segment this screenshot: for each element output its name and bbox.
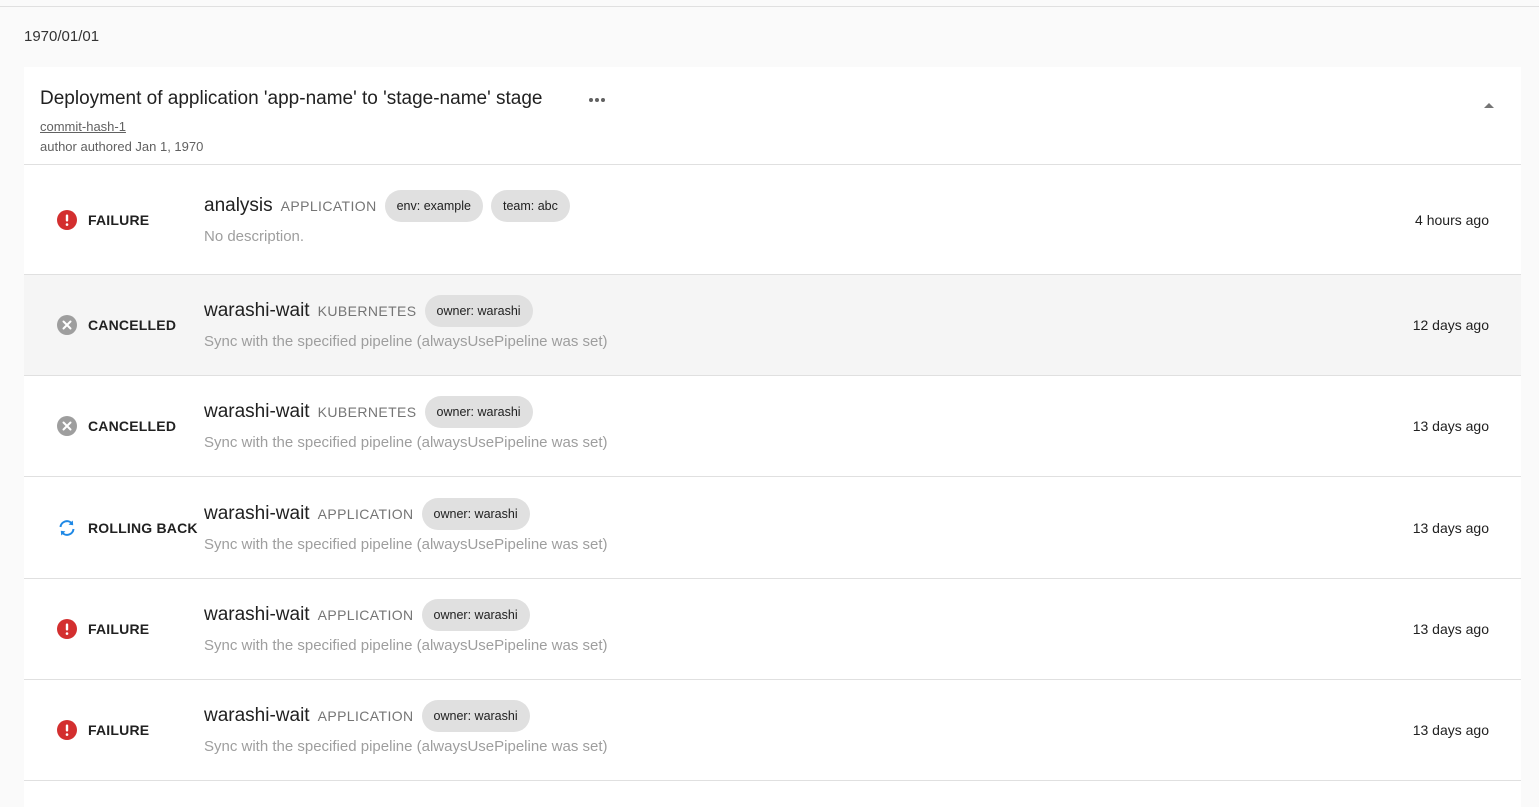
pipeline-title-line: warashi-wait APPLICATION owner: warashi	[204, 700, 530, 732]
pipeline-row[interactable]: CANCELLED warashi-wait KUBERNETES owner: wa…	[24, 376, 1521, 477]
pipeline-name: warashi-wait	[204, 401, 310, 422]
pipeline-kind: KUBERNETES	[317, 303, 417, 319]
relative-time: 13 days ago	[1412, 621, 1489, 637]
status-label: ROLLING BACK	[88, 520, 198, 536]
label-chip: env: example	[384, 190, 483, 222]
relative-time: 4 hours ago	[1415, 212, 1489, 228]
pipeline-description: Sync with the specified pipeline (always…	[204, 536, 608, 553]
label-chip: team: abc	[490, 190, 570, 222]
pipeline-row[interactable]: CANCELLED warashi-wait KUBERNETES owner: wa…	[24, 275, 1521, 376]
error-icon	[57, 210, 77, 230]
label-chip: owner: warashi	[424, 295, 533, 327]
pipeline-kind: APPLICATION	[317, 708, 414, 724]
pipeline-name: warashi-wait	[204, 705, 310, 726]
pipeline-row[interactable]: FAILURE warashi-wait APPLICATION owner: war…	[24, 680, 1521, 781]
error-icon	[57, 619, 77, 639]
pipeline-title-line: warashi-wait APPLICATION owner: warashi	[204, 498, 530, 530]
pipeline-title-line: warashi-wait KUBERNETES owner: warashi	[204, 295, 533, 327]
pipeline-kind: APPLICATION	[280, 198, 377, 214]
pipeline-title-line: warashi-wait APPLICATION owner: warashi	[204, 599, 530, 631]
pipeline-description: No description.	[204, 228, 305, 245]
status-label: FAILURE	[88, 621, 150, 637]
date-header: 1970/01/01	[24, 28, 100, 45]
collapse-icon[interactable]	[1483, 102, 1495, 110]
relative-time: 13 days ago	[1412, 418, 1489, 434]
relative-time: 12 days ago	[1412, 317, 1489, 333]
status-label: FAILURE	[88, 212, 150, 228]
label-chip: owner: warashi	[421, 599, 530, 631]
cancel-icon	[57, 315, 77, 335]
top-divider	[0, 6, 1539, 7]
pipeline-row[interactable]: FAILURE analysis APPLICATION env: example te…	[24, 165, 1521, 275]
deployment-header[interactable]: Deployment of application 'app-name' to …	[24, 67, 1521, 165]
relative-time: 13 days ago	[1412, 722, 1489, 738]
pipeline-title-line: analysis APPLICATION env: example team: abc	[204, 190, 570, 222]
commit-link[interactable]: commit-hash-1	[40, 119, 126, 134]
pipeline-description: Sync with the specified pipeline (always…	[204, 434, 608, 451]
label-chip: owner: warashi	[421, 498, 530, 530]
pipeline-name: warashi-wait	[204, 503, 310, 524]
pipeline-row[interactable]: ROLLING BACK warashi-wait APPLICATION owner…	[24, 477, 1521, 579]
status-label: CANCELLED	[88, 317, 177, 333]
pipeline-title-line: warashi-wait KUBERNETES owner: warashi	[204, 396, 533, 428]
pipeline-name: warashi-wait	[204, 604, 310, 625]
label-chip: owner: warashi	[424, 396, 533, 428]
relative-time: 13 days ago	[1412, 520, 1489, 536]
deployment-card: Deployment of application 'app-name' to …	[24, 67, 1521, 807]
pipeline-description: Sync with the specified pipeline (always…	[204, 738, 608, 755]
status-label: FAILURE	[88, 722, 150, 738]
pipeline-description: Sync with the specified pipeline (always…	[204, 333, 608, 350]
pipeline-kind: APPLICATION	[317, 607, 414, 623]
pipeline-row[interactable]: FAILURE warashi-wait APPLICATION owner: war…	[24, 579, 1521, 680]
cancel-icon	[57, 416, 77, 436]
pipeline-kind: KUBERNETES	[317, 404, 417, 420]
label-chip: owner: warashi	[421, 700, 530, 732]
more-horiz-icon[interactable]	[588, 97, 606, 103]
pipeline-name: warashi-wait	[204, 300, 310, 321]
error-icon	[57, 720, 77, 740]
sync-icon	[57, 518, 77, 538]
author-line: author authored Jan 1, 1970	[40, 139, 204, 154]
pipeline-description: Sync with the specified pipeline (always…	[204, 637, 608, 654]
pipeline-kind: APPLICATION	[317, 506, 414, 522]
pipeline-name: analysis	[204, 195, 273, 216]
status-label: CANCELLED	[88, 418, 177, 434]
deployment-title: Deployment of application 'app-name' to …	[40, 88, 543, 109]
